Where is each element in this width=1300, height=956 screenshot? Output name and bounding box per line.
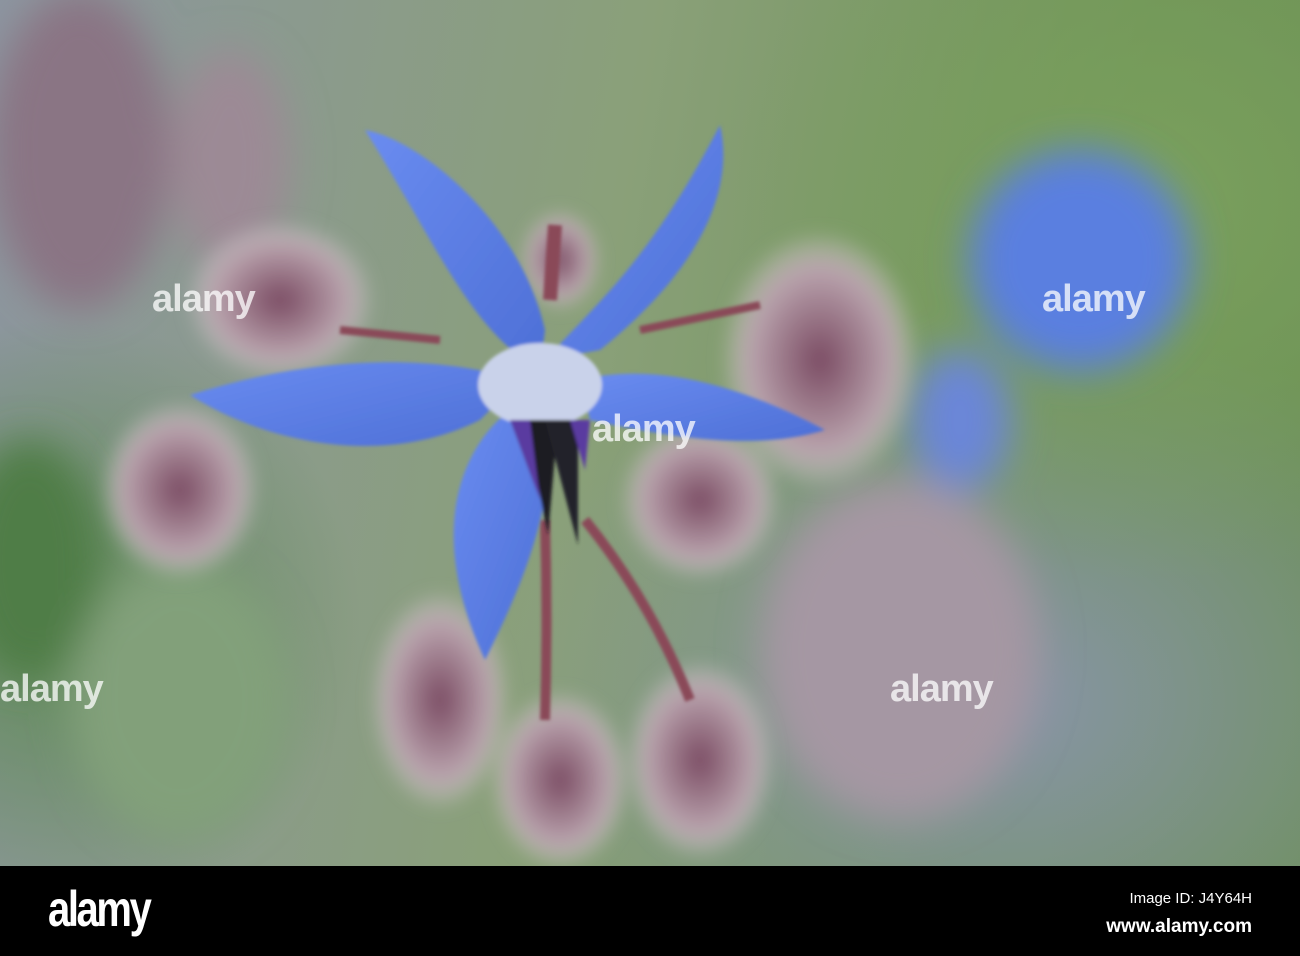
alamy-logo: alamy: [48, 881, 152, 937]
watermark: alamy: [152, 278, 256, 320]
image-id: Image ID: J4Y64H: [1129, 890, 1252, 907]
borage-photo: alamy alamy alamy alamy alamy: [0, 0, 1300, 866]
footer-bar: alamy Image ID: J4Y64H www.alamy.com: [0, 866, 1300, 956]
borage-flower: [190, 125, 825, 660]
watermark: alamy: [890, 668, 994, 710]
watermark: alamy: [592, 408, 696, 450]
site-url: www.alamy.com: [1106, 916, 1252, 937]
watermark: alamy: [1042, 278, 1146, 320]
watermark: alamy: [0, 668, 104, 710]
